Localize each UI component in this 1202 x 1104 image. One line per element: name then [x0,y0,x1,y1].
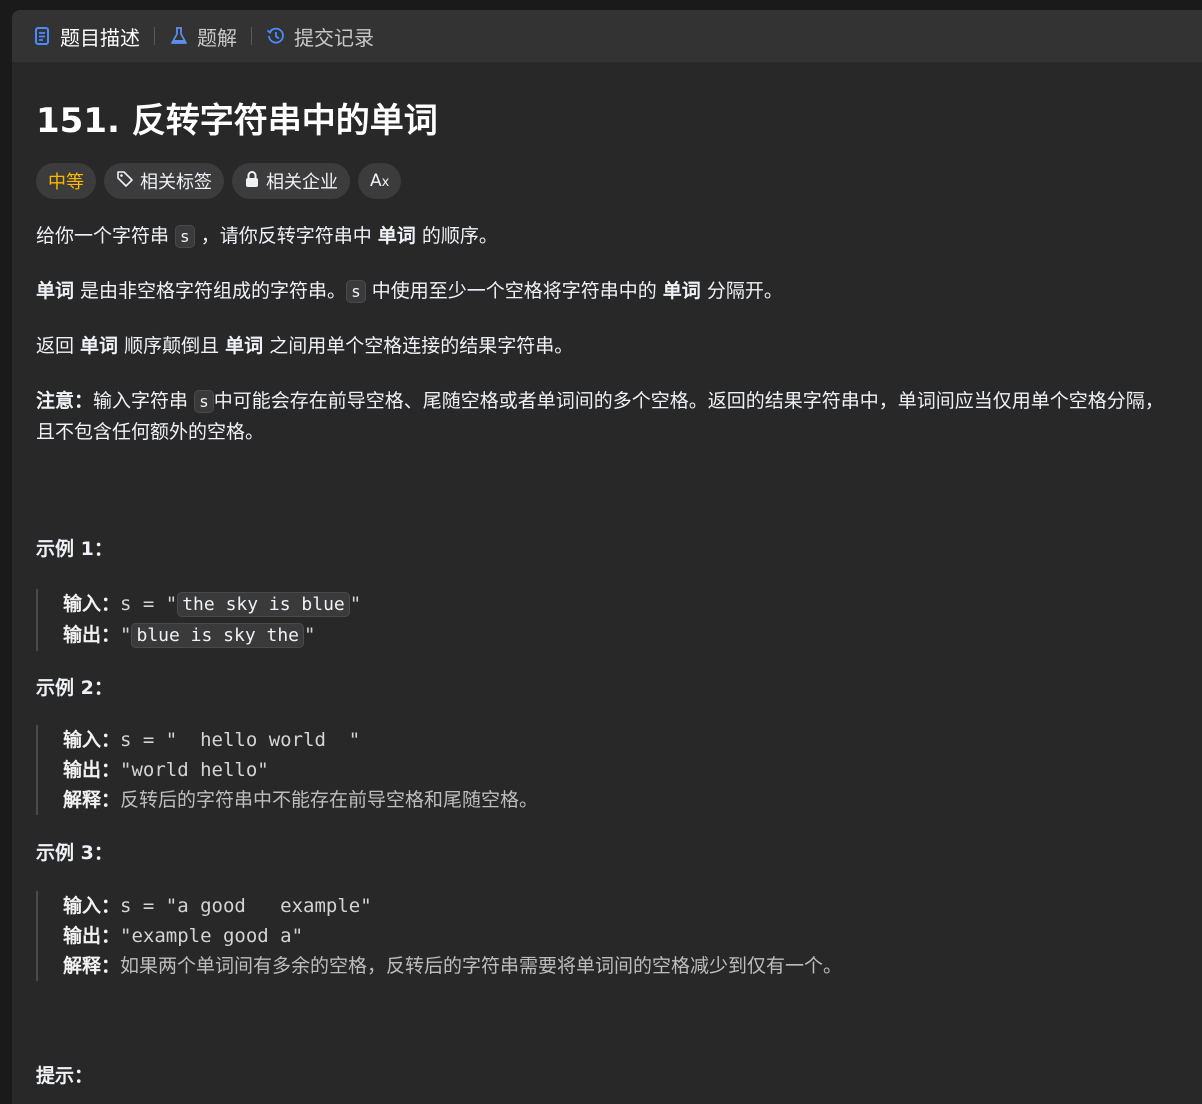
topics-label: 相关标签 [140,172,212,193]
document-icon [32,26,52,46]
tag-icon [116,170,134,193]
inline-code: blue is sky the [131,623,305,648]
example-heading: 示例 3： [36,842,113,864]
tab-solutions[interactable]: 题解 [169,22,237,51]
history-icon [266,26,286,46]
example-output: 输出：" blue is sky the " [63,623,316,648]
description-paragraph: 给你一个字符串 s ，请你反转字符串中 单词 的顺序。 [36,225,498,248]
example-input: 输入：s = " hello world " [63,729,361,751]
difficulty-label: 中等 [48,172,84,193]
example-block: 输入：s = "a good example" 输出："example good… [36,891,1178,981]
translate-icon: Ax [370,171,390,191]
example-heading: 示例 1： [36,538,113,560]
tab-divider [154,27,155,45]
example-heading: 示例 2： [36,677,113,699]
flask-icon [169,26,189,46]
example-output: 输出："example good a" [63,925,304,947]
example-explanation: 解释：如果两个单词间有多余的空格，反转后的字符串需要将单词间的空格减少到仅有一个… [63,955,843,977]
inline-code: s [175,225,195,248]
example-block: 输入：s = " the sky is blue " 输出：" blue is sky… [36,589,1178,651]
tab-submissions[interactable]: 提交记录 [266,22,374,51]
tab-bar: 题目描述 题解 提交记录 [12,10,1202,63]
problem-panel: 题目描述 题解 提交记录 151. 反转字符串中的单词 中等 相关标签 相关企业… [12,10,1202,1104]
description-paragraph: 返回 单词 顺序颠倒且 单词 之间用单个空格连接的结果字符串。 [36,335,574,357]
tab-divider [251,27,252,45]
inline-code: s [346,280,366,303]
problem-content: 151. 反转字符串中的单词 中等 相关标签 相关企业 Ax 给你一个字符串 s… [12,99,1202,1092]
companies-label: 相关企业 [266,172,338,193]
translate-button[interactable]: Ax [358,163,402,199]
example-input: 输入：s = " the sky is blue " [63,592,362,617]
hints-heading: 提示： [36,1065,94,1087]
tab-label: 题解 [197,25,237,50]
difficulty-badge[interactable]: 中等 [36,163,96,199]
description-paragraph: 单词 是由非空格字符组成的字符串。 s 中使用至少一个空格将字符串中的 单词 分隔… [36,280,783,303]
inline-code: the sky is blue [177,592,350,617]
lock-icon [244,170,260,193]
example-explanation: 解释：反转后的字符串中不能存在前导空格和尾随空格。 [63,789,539,811]
companies-tag-button[interactable]: 相关企业 [232,163,350,199]
topics-tag-button[interactable]: 相关标签 [104,163,224,199]
inline-code: s [194,390,214,413]
tag-row: 中等 相关标签 相关企业 Ax [36,163,1178,199]
tab-label: 题目描述 [60,25,140,50]
example-block: 输入：s = " hello world " 输出："world hello" … [36,725,1178,815]
tab-label: 提交记录 [294,25,374,50]
example-input: 输入：s = "a good example" [63,895,372,917]
problem-title: 151. 反转字符串中的单词 [36,101,438,141]
note-paragraph: 注意：输入字符串 s 中可能会存在前导空格、尾随空格或者单词间的多个空格。返回的结… [36,390,1164,443]
tab-description[interactable]: 题目描述 [32,22,140,51]
example-output: 输出："world hello" [63,759,269,781]
